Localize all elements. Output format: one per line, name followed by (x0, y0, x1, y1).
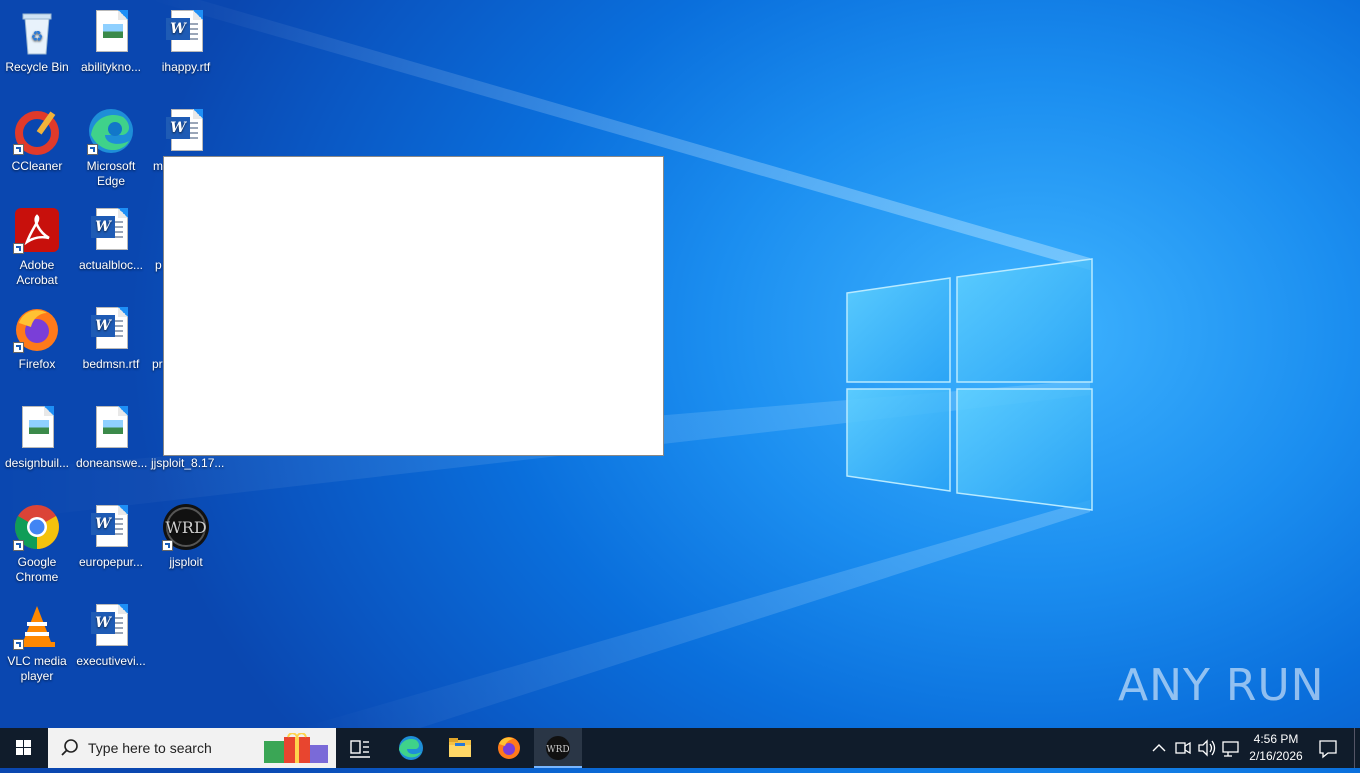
desktop-icon-label: VLC media player (7, 654, 67, 683)
chevron-up-icon (1152, 744, 1166, 752)
search-icon (61, 739, 78, 756)
desktop-icon-ihappy[interactable]: W ihappy.rtf (149, 4, 223, 75)
desktop-icon-vlc[interactable]: VLC media player (0, 598, 74, 684)
jjsploit-logo-icon: WRD (162, 503, 210, 551)
clock-date: 2/16/2026 (1249, 749, 1303, 763)
desktop-icon-label: Recycle Bin (5, 60, 69, 74)
google-chrome-icon (13, 503, 61, 551)
desktop-icon-microsoft-edge[interactable]: Microsoft Edge (74, 103, 148, 189)
desktop-icon-label: jjsploit (169, 555, 203, 569)
desktop-icon-label: abilitykno... (80, 60, 142, 74)
image-file-icon (87, 8, 135, 56)
show-hidden-icons-button[interactable] (1148, 728, 1170, 768)
taskbar-jjsploit-button[interactable]: WRD (534, 728, 582, 768)
shortcut-arrow-icon (13, 639, 24, 650)
speaker-icon (1198, 739, 1216, 757)
blank-popup-window[interactable] (163, 156, 664, 456)
shortcut-arrow-icon (162, 540, 173, 551)
desktop-icon-label: Google Chrome (15, 555, 59, 584)
shortcut-arrow-icon (87, 144, 98, 155)
meet-now-icon (1175, 741, 1191, 755)
desktop-icon-label: actualbloc... (78, 258, 144, 272)
taskbar: Type here to search WRD 4:56 PM 2/16/202… (0, 728, 1360, 768)
vlc-cone-icon (13, 602, 61, 650)
desktop-icon-label: Adobe Acrobat (16, 258, 58, 287)
desktop-icon-firefox[interactable]: Firefox (0, 301, 74, 372)
clock-time: 4:56 PM (1253, 732, 1299, 746)
desktop-icon-label: ihappy.rtf (161, 60, 211, 74)
jjsploit-logo-icon: WRD (546, 736, 570, 760)
microsoft-edge-icon (399, 736, 423, 760)
desktop-icon-label: bedmsn.rtf (82, 357, 140, 371)
volume-button[interactable] (1196, 728, 1218, 768)
taskbar-firefox-button[interactable] (485, 728, 533, 768)
task-view-icon (350, 740, 370, 758)
taskbar-edge-button[interactable] (387, 728, 435, 768)
desktop-icon-label: designbuil... (4, 456, 70, 470)
task-view-button[interactable] (338, 728, 382, 768)
firefox-icon (498, 737, 520, 759)
anyrun-watermark: ANY RUN (1118, 660, 1325, 711)
desktop-icon-actualbloc[interactable]: W actualbloc... (74, 202, 148, 273)
desktop-icon-recycle-bin[interactable]: ♻ Recycle Bin (0, 4, 74, 75)
recycle-bin-icon: ♻ (13, 8, 61, 56)
desktop-icon-jjsploit[interactable]: WRD jjsploit (149, 499, 223, 570)
taskbar-file-explorer-button[interactable] (436, 728, 484, 768)
word-document-icon: W (162, 107, 210, 155)
word-document-icon: W (87, 602, 135, 650)
shortcut-arrow-icon (13, 243, 24, 254)
shortcut-arrow-icon (13, 144, 24, 155)
desktop-icon-executivevi[interactable]: W executivevi... (74, 598, 148, 669)
show-desktop-button[interactable] (1354, 728, 1360, 768)
desktop-icon-doneanswe[interactable]: doneanswe... (74, 400, 148, 471)
word-document-icon: W (87, 305, 135, 353)
desktop-icon-label: Firefox (18, 357, 56, 371)
desktop-icon-label: doneanswe... (76, 456, 148, 470)
image-file-icon (13, 404, 61, 452)
svg-text:WRD: WRD (165, 518, 206, 537)
meet-now-button[interactable] (1172, 728, 1194, 768)
word-document-icon: W (87, 503, 135, 551)
desktop-icon-label: CCleaner (11, 159, 63, 173)
desktop-icon-adobe-acrobat[interactable]: Adobe Acrobat (0, 202, 74, 288)
gift-boxes-icon (264, 733, 328, 763)
start-button[interactable] (0, 728, 48, 768)
desktop-icon-abilityknow[interactable]: abilitykno... (74, 4, 148, 75)
folder-icon (449, 738, 471, 757)
desktop-icon-bedmsn[interactable]: W bedmsn.rtf (74, 301, 148, 372)
desktop-icon-designbuil[interactable]: designbuil... (0, 400, 74, 471)
notification-icon (1319, 740, 1337, 759)
network-icon (1222, 741, 1239, 757)
firefox-icon (13, 305, 61, 353)
desktop-icon-label: europepur... (78, 555, 144, 569)
desktop-icon-label: executivevi... (76, 654, 146, 668)
word-document-icon: W (162, 8, 210, 56)
taskbar-search-box[interactable]: Type here to search (48, 728, 336, 768)
desktop-icon-label: jjsploit_8.17... (151, 456, 225, 470)
shortcut-arrow-icon (13, 540, 24, 551)
network-button[interactable] (1220, 728, 1242, 768)
windows-logo-wallpaper-icon (846, 258, 1093, 511)
notifications-button[interactable] (1310, 728, 1346, 768)
clock-button[interactable]: 4:56 PM 2/16/2026 (1244, 728, 1308, 768)
adobe-acrobat-icon (13, 206, 61, 254)
word-document-icon: W (87, 206, 135, 254)
ccleaner-icon (13, 107, 61, 155)
microsoft-edge-icon (87, 107, 135, 155)
svg-text:♻: ♻ (31, 28, 44, 44)
windows-start-icon (16, 740, 31, 755)
desktop-icon-google-chrome[interactable]: Google Chrome (0, 499, 74, 585)
search-placeholder: Type here to search (88, 740, 212, 756)
desktop-icon-ccleaner[interactable]: CCleaner (0, 103, 74, 174)
desktop-icon-label: Microsoft Edge (86, 159, 136, 188)
shortcut-arrow-icon (13, 342, 24, 353)
desktop-icon-europepur[interactable]: W europepur... (74, 499, 148, 570)
svg-text:WRD: WRD (546, 745, 569, 755)
image-file-icon (87, 404, 135, 452)
